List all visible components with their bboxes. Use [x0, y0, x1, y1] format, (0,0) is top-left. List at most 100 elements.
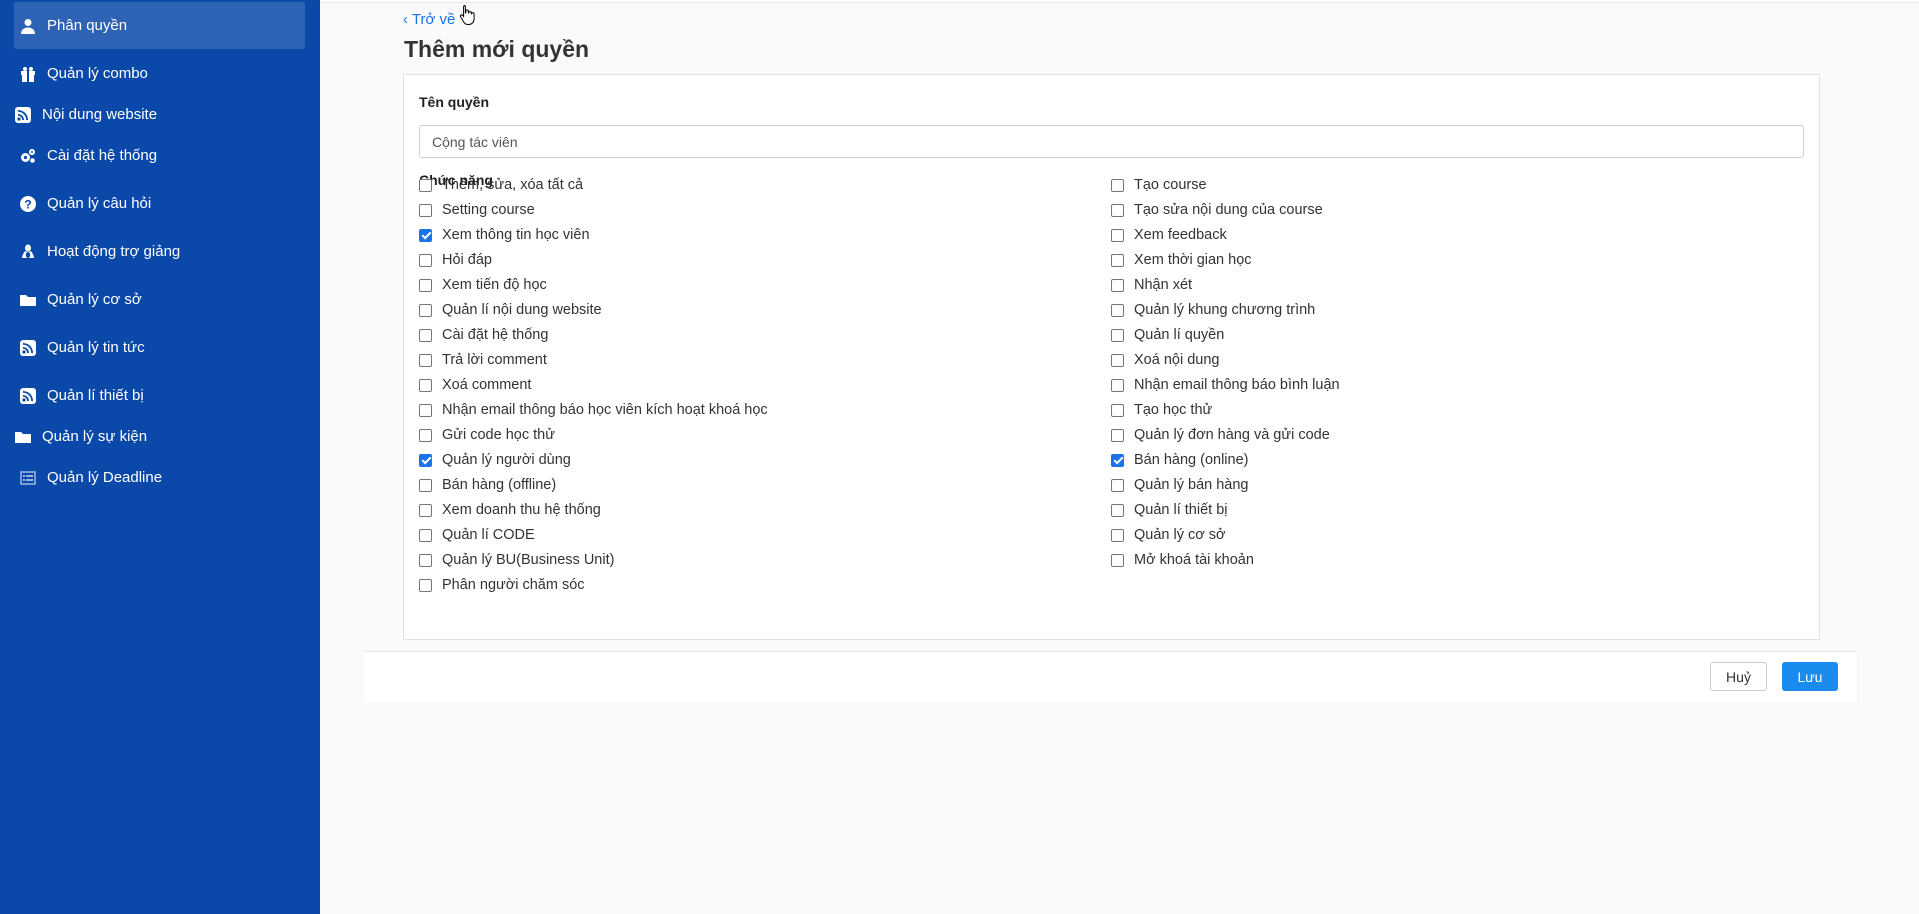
sidebar-item-quan-li-thiet-bi[interactable]: Quản lí thiết bị — [14, 372, 305, 419]
permission-label: Xem doanh thu hệ thống — [442, 502, 601, 518]
permission-item[interactable]: Xem thông tin học viên — [419, 225, 590, 245]
checkbox[interactable] — [1111, 403, 1124, 417]
permission-item[interactable]: Hỏi đáp — [419, 250, 492, 270]
checkbox[interactable] — [1111, 253, 1124, 267]
permission-item[interactable]: Bán hàng (offline) — [419, 475, 556, 495]
checkbox[interactable] — [419, 553, 432, 567]
permission-item[interactable]: Thêm, sửa, xóa tất cả — [419, 175, 583, 195]
checkbox[interactable] — [419, 578, 432, 592]
permission-item[interactable]: Tạo course — [1111, 175, 1207, 195]
permission-item[interactable]: Quản lý khung chương trình — [1111, 300, 1315, 320]
sidebar-item-quan-ly-deadline[interactable]: Quản lý Deadline — [14, 454, 305, 501]
permission-item[interactable]: Quản lí quyền — [1111, 325, 1224, 345]
permission-item[interactable]: Nhận email thông báo học viên kích hoạt … — [419, 400, 768, 420]
permission-item[interactable]: Xem feedback — [1111, 225, 1227, 245]
checkbox[interactable] — [419, 328, 432, 342]
sidebar-item-hoat-dong-tro-giang[interactable]: Hoạt động trợ giảng — [14, 228, 305, 275]
sidebar-item-quan-ly-combo[interactable]: Quản lý combo — [14, 50, 305, 97]
permission-item[interactable]: Xoá nội dung — [1111, 350, 1219, 370]
checkbox-checked[interactable] — [1111, 453, 1124, 467]
checkbox[interactable] — [419, 428, 432, 442]
sidebar-item-quan-ly-co-so[interactable]: Quản lý cơ sở — [14, 276, 305, 323]
checkbox[interactable] — [419, 528, 432, 542]
checkbox[interactable] — [1111, 478, 1124, 492]
checkbox-checked[interactable] — [419, 453, 432, 467]
permission-label: Quản lí thiết bị — [1134, 502, 1228, 518]
checkbox[interactable] — [419, 503, 432, 517]
role-name-input[interactable] — [419, 125, 1804, 158]
checkbox[interactable] — [419, 278, 432, 292]
rss-icon — [14, 106, 32, 124]
sidebar-item-quan-ly-tin-tuc[interactable]: Quản lý tin tức — [14, 324, 305, 371]
permission-item[interactable]: Xoá comment — [419, 375, 531, 395]
permission-item[interactable]: Quản lý cơ sở — [1111, 525, 1226, 545]
checkbox[interactable] — [419, 178, 432, 192]
permission-item[interactable]: Cài đặt hệ thống — [419, 325, 548, 345]
sidebar-item-label: Quản lý câu hỏi — [47, 195, 152, 212]
permission-item[interactable]: Nhận xét — [1111, 275, 1192, 295]
sidebar-item-label: Cài đặt hệ thống — [47, 147, 158, 164]
permission-item[interactable]: Quản lý đơn hàng và gửi code — [1111, 425, 1330, 445]
checkbox[interactable] — [1111, 203, 1124, 217]
checkbox[interactable] — [419, 253, 432, 267]
permission-item[interactable]: Mở khoá tài khoản — [1111, 550, 1254, 570]
sidebar-item-quan-ly-cau-hoi[interactable]: ? Quản lý câu hỏi — [14, 180, 305, 227]
permission-label: Quản lí quyền — [1134, 327, 1225, 343]
back-link[interactable]: ‹ Trở về — [403, 11, 455, 28]
cancel-button[interactable]: Huỷ — [1710, 662, 1767, 691]
permission-item[interactable]: Tạo học thử — [1111, 400, 1212, 420]
permission-item[interactable]: Trả lời comment — [419, 350, 547, 370]
checkbox[interactable] — [1111, 528, 1124, 542]
permission-item[interactable]: Bán hàng (online) — [1111, 450, 1248, 470]
permission-label: Tạo sửa nội dung của course — [1134, 202, 1323, 218]
checkbox[interactable] — [1111, 353, 1124, 367]
checkbox[interactable] — [1111, 428, 1124, 442]
save-button[interactable]: Lưu — [1782, 662, 1838, 691]
checkbox[interactable] — [1111, 553, 1124, 567]
permission-item[interactable]: Xem doanh thu hệ thống — [419, 500, 601, 520]
sidebar-item-label: Quản lí thiết bị — [47, 387, 144, 404]
permission-item[interactable]: Quản lý bán hàng — [1111, 475, 1248, 495]
checkbox[interactable] — [1111, 378, 1124, 392]
user-icon — [19, 17, 37, 35]
permission-label: Xem tiến độ học — [442, 277, 547, 293]
permission-item[interactable]: Tạo sửa nội dung của course — [1111, 200, 1323, 220]
checkbox[interactable] — [419, 353, 432, 367]
permission-item[interactable]: Quản lí nội dung website — [419, 300, 602, 320]
checkbox[interactable] — [419, 403, 432, 417]
permission-item[interactable]: Xem tiến độ học — [419, 275, 547, 295]
checkbox[interactable] — [1111, 278, 1124, 292]
checkbox[interactable] — [419, 478, 432, 492]
checkbox[interactable] — [1111, 503, 1124, 517]
checkbox[interactable] — [419, 203, 432, 217]
permission-label: Tạo course — [1134, 177, 1207, 193]
checkbox[interactable] — [419, 303, 432, 317]
permission-item[interactable]: Quản lý BU(Business Unit) — [419, 550, 614, 570]
permission-label: Nhận email thông báo học viên kích hoạt … — [442, 402, 768, 418]
permission-label: Thêm, sửa, xóa tất cả — [442, 177, 584, 193]
permission-item[interactable]: Nhận email thông báo bình luận — [1111, 375, 1340, 395]
permission-label: Xoá comment — [442, 377, 532, 393]
permission-item[interactable]: Quản lí thiết bị — [1111, 500, 1228, 520]
permission-item[interactable]: Quản lí CODE — [419, 525, 535, 545]
sidebar-item-quan-ly-su-kien[interactable]: Quản lý sự kiện — [9, 413, 300, 460]
permission-label: Gửi code học thử — [442, 427, 555, 443]
checkbox-checked[interactable] — [419, 228, 432, 242]
permission-item[interactable]: Setting course — [419, 200, 535, 220]
permission-item[interactable]: Gửi code học thử — [419, 425, 555, 445]
sidebar-item-label: Quản lý sự kiện — [42, 428, 148, 445]
permission-item[interactable]: Quản lý người dùng — [419, 450, 571, 470]
sidebar-item-cai-dat-he-thong[interactable]: Cài đặt hệ thống — [14, 132, 305, 179]
permission-label: Nhận email thông báo bình luận — [1134, 377, 1340, 393]
checkbox[interactable] — [1111, 178, 1124, 192]
checkbox[interactable] — [1111, 328, 1124, 342]
sidebar-item-phan-quyen[interactable]: Phân quyền — [14, 2, 305, 49]
permission-item[interactable]: Xem thời gian học — [1111, 250, 1252, 270]
checkbox[interactable] — [1111, 228, 1124, 242]
name-label: Tên quyền — [419, 94, 490, 110]
sidebar-item-label: Nội dung website — [42, 106, 158, 123]
checkbox[interactable] — [419, 378, 432, 392]
permission-item[interactable]: Phân người chăm sóc — [419, 575, 585, 595]
sidebar-item-noi-dung-website[interactable]: Nội dung website — [9, 91, 300, 138]
checkbox[interactable] — [1111, 303, 1124, 317]
